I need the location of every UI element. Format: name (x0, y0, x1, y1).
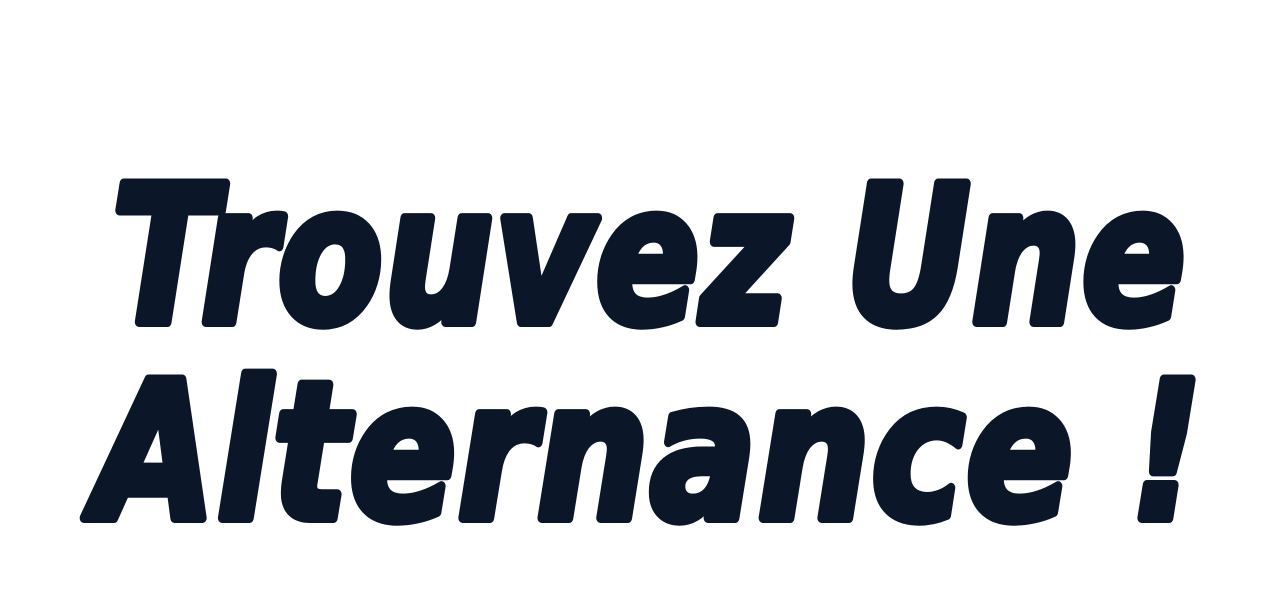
headline-line-1: Trouvez Une (112, 146, 1187, 367)
headline: Trouvez Une Alternance ! (0, 0, 1279, 607)
page-canvas: Trouvez Une Alternance ! (0, 0, 1279, 607)
headline-line-2: Alternance ! (83, 342, 1204, 563)
headline-graphic: Trouvez Une Alternance ! (78, 141, 1207, 568)
